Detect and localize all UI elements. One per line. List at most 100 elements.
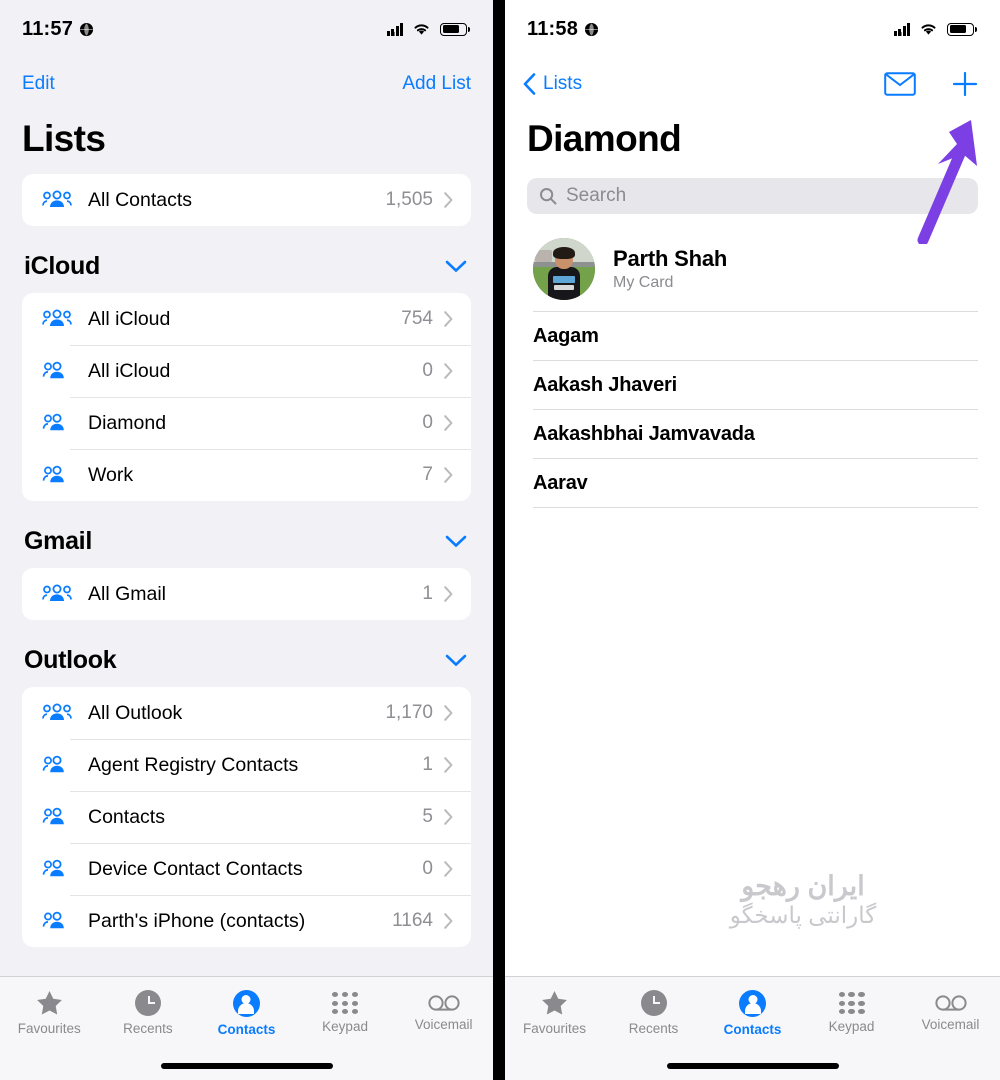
tab-recents[interactable]: Recents <box>99 977 198 1049</box>
home-indicator <box>160 1063 333 1069</box>
list-row-label: Work <box>88 463 134 486</box>
group-card-gmail: All Gmail 1 <box>22 568 471 620</box>
battery-icon <box>440 22 470 36</box>
group-card-icloud: All iCloud 754 All iCloud 0 Diamond 0 Work 7 <box>22 293 471 501</box>
row-icon-wrap <box>42 911 74 931</box>
row-icon-wrap <box>42 584 74 604</box>
chevron-right-icon <box>444 809 453 825</box>
list-row[interactable]: Diamond 0 <box>22 397 471 449</box>
list-row[interactable]: Contacts 5 <box>22 791 471 843</box>
back-label: Lists <box>543 73 583 94</box>
back-to-lists-button[interactable]: Lists <box>523 73 582 95</box>
list-row[interactable]: Agent Registry Contacts 1 <box>22 739 471 791</box>
row-icon-wrap <box>42 859 74 879</box>
contact-row[interactable]: Aakashbhai Jamvavada <box>505 410 1000 459</box>
my-card-row[interactable]: Parth Shah My Card <box>505 226 1000 312</box>
tab-bar: Favourites Recents Contacts Keypad Voicema… <box>0 976 493 1080</box>
list-row-count: 5 <box>422 806 433 827</box>
chevron-down-icon[interactable] <box>445 260 467 273</box>
envelope-icon[interactable] <box>884 72 916 96</box>
tab-keypad[interactable]: Keypad <box>802 977 901 1049</box>
all-contacts-card: All Contacts 1,505 <box>22 174 471 226</box>
list-row-all-contacts[interactable]: All Contacts 1,505 <box>22 174 471 226</box>
right-phone-screen: 11:58 Lists Diamond Search Parth Shah My… <box>505 0 1000 1080</box>
list-row-label: Contacts <box>88 805 165 828</box>
list-row[interactable]: All iCloud 0 <box>22 345 471 397</box>
status-icons-right <box>893 22 977 36</box>
list-row-count: 0 <box>422 412 433 433</box>
tab-label: Favourites <box>17 1021 81 1036</box>
list-row[interactable]: All Gmail 1 <box>22 568 471 620</box>
page-title-lists: Lists <box>22 118 106 159</box>
group-title: Outlook <box>24 646 117 674</box>
group-header-gmail: Gmail <box>0 501 493 568</box>
clock-icon <box>640 990 667 1016</box>
screen-divider <box>493 0 505 1080</box>
tab-recents[interactable]: Recents <box>604 977 703 1049</box>
tab-label: Voicemail <box>921 1017 980 1032</box>
tab-list: Favourites Recents Contacts Keypad Voicema… <box>505 977 1000 1049</box>
tab-list: Favourites Recents Contacts Keypad Voicema… <box>0 977 493 1049</box>
list-row-label: Parth's iPhone (contacts) <box>88 909 306 932</box>
tab-contacts[interactable]: Contacts <box>197 977 296 1049</box>
chevron-right-icon <box>444 415 453 431</box>
cellular-signal-icon <box>893 22 910 36</box>
list-row[interactable]: Parth's iPhone (contacts) 1164 <box>22 895 471 947</box>
list-row[interactable]: All iCloud 754 <box>22 293 471 345</box>
plus-icon[interactable] <box>952 71 978 97</box>
add-list-button[interactable]: Add List <box>402 73 471 95</box>
chevron-down-icon[interactable] <box>445 654 467 667</box>
list-row-label: All Outlook <box>88 701 183 724</box>
contact-rows: Aagam Aakash Jhaveri Aakashbhai Jamvavada A… <box>505 312 1000 508</box>
star-icon <box>36 991 62 1015</box>
list-row-label: Device Contact Contacts <box>88 857 303 880</box>
chevron-down-icon[interactable] <box>445 535 467 548</box>
my-card-subtitle: My Card <box>613 274 674 291</box>
tab-label: Favourites <box>522 1021 587 1036</box>
tab-favourites[interactable]: Favourites <box>0 977 99 1049</box>
list-row-label: All Gmail <box>88 582 167 605</box>
list-row[interactable]: Device Contact Contacts 0 <box>22 843 471 895</box>
contact-row[interactable]: Aarav <box>505 459 1000 508</box>
my-card-text: Parth Shah My Card <box>613 246 727 292</box>
search-placeholder: Search <box>566 185 627 206</box>
avatar <box>533 238 595 300</box>
tab-label: Keypad <box>828 1019 875 1034</box>
contacts-list: Parth Shah My Card Aagam Aakash Jhaveri Aa… <box>505 226 1000 508</box>
list-row-count: 1 <box>422 583 433 604</box>
tab-voicemail[interactable]: Voicemail <box>394 977 493 1049</box>
right-nav-bar: Lists <box>505 58 1000 110</box>
contact-name: Aakashbhai Jamvavada <box>533 423 755 445</box>
tab-label: Keypad <box>322 1019 368 1034</box>
group-header-outlook: Outlook <box>0 620 493 687</box>
row-icon-wrap <box>42 465 74 485</box>
three-people-icon <box>42 309 72 326</box>
search-input[interactable]: Search <box>527 178 978 214</box>
dual-screenshot: 11:57 Edit Add List Lists All Contacts 1… <box>0 0 1000 1080</box>
list-row[interactable]: All Outlook 1,170 <box>22 687 471 739</box>
list-row-count: 1,505 <box>385 189 433 210</box>
list-row[interactable]: Work 7 <box>22 449 471 501</box>
chevron-right-icon <box>444 311 453 327</box>
two-people-icon <box>42 465 64 483</box>
status-bar-left: 11:57 <box>0 0 493 58</box>
tab-contacts[interactable]: Contacts <box>703 977 802 1049</box>
tab-favourites[interactable]: Favourites <box>505 977 604 1049</box>
search-icon <box>540 188 557 205</box>
row-icon-wrap <box>42 309 74 329</box>
two-people-icon <box>42 807 64 825</box>
keypad-icon <box>332 992 359 1014</box>
home-indicator <box>666 1063 839 1069</box>
list-row-count: 754 <box>401 308 433 329</box>
contact-row[interactable]: Aakash Jhaveri <box>505 361 1000 410</box>
contact-row[interactable]: Aagam <box>505 312 1000 361</box>
list-row-label: Diamond <box>88 411 167 434</box>
chevron-right-icon <box>444 192 453 208</box>
tab-keypad[interactable]: Keypad <box>296 977 395 1049</box>
edit-button[interactable]: Edit <box>22 73 55 95</box>
three-people-icon <box>42 703 72 720</box>
row-icon-wrap <box>42 703 74 723</box>
keypad-icon <box>838 992 865 1014</box>
two-people-icon <box>42 911 64 929</box>
tab-voicemail[interactable]: Voicemail <box>901 977 1000 1049</box>
